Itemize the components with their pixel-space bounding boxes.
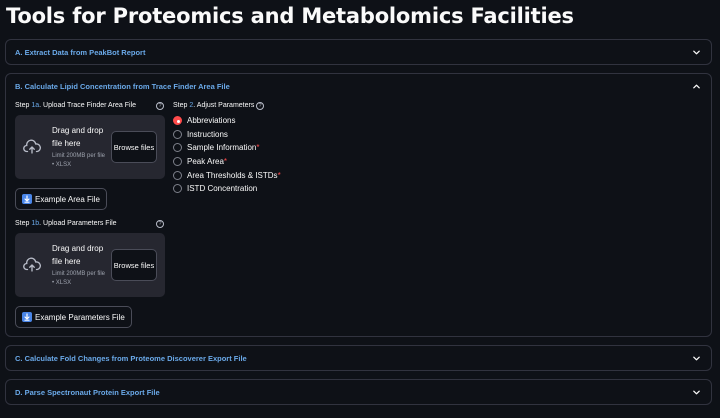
download-icon [22,194,32,204]
radio-option-instructions[interactable]: Instructions [173,128,281,142]
download-icon [22,312,32,322]
step-1b-label: Step 1b. Upload Parameters File [15,220,117,227]
parameters-radio-group: Abbreviations Instructions Sample Inform… [173,114,281,196]
cloud-upload-icon [23,257,41,273]
step-1b-prefix: Step [15,220,32,227]
expander-header-a[interactable]: A. Extract Data from PeakBot Report [6,40,711,64]
radio-option-area-thresholds[interactable]: Area Thresholds & ISTDs* [173,168,281,182]
expander-section-a: A. Extract Data from PeakBot Report [5,39,712,65]
step-2-prefix: Step [173,102,190,109]
expander-header-b[interactable]: B. Calculate Lipid Concentration from Tr… [6,74,711,98]
chevron-down-icon [691,47,701,57]
file-dropzone-parameters-file[interactable]: Drag and drop file here Limit 200MB per … [15,233,165,297]
radio-label: Instructions [187,129,228,139]
radio-button[interactable] [173,157,182,167]
radio-button[interactable] [173,184,182,194]
step-1b-number: 1b [31,220,40,227]
expander-label-b: B. Calculate Lipid Concentration from Tr… [15,81,230,91]
expander-header-c[interactable]: C. Calculate Fold Changes from Proteome … [6,346,711,370]
chevron-down-icon [691,353,701,363]
step-1a-text: . Upload Trace Finder Area File [39,102,137,109]
expander-label-d: D. Parse Spectronaut Protein Export File [15,387,160,397]
step-2-label: Step 2. Adjust Parameters [173,102,254,109]
example-area-file-button[interactable]: Example Area File [15,188,107,210]
step-1a-number: 1a [31,102,40,109]
expander-header-d[interactable]: D. Parse Spectronaut Protein Export File [6,380,711,404]
radio-button[interactable] [173,116,182,126]
browse-files-button[interactable]: Browse files [111,249,157,281]
help-icon[interactable]: ? [256,102,264,110]
radio-option-sample-information[interactable]: Sample Information* [173,141,281,155]
step-1a-prefix: Step [15,102,32,109]
dropzone-limit-text: Limit 200MB per file • XLSX [52,271,106,286]
page-title: Tools for Proteomics and Metabolomics Fa… [6,4,574,28]
radio-option-abbreviations[interactable]: Abbreviations [173,114,281,128]
dropzone-instructions: Drag and drop file here [52,126,104,148]
chevron-down-icon [691,387,701,397]
expander-section-b: B. Calculate Lipid Concentration from Tr… [5,73,712,337]
radio-label: Sample Information [187,143,257,153]
expander-label-a: A. Extract Data from PeakBot Report [15,47,146,57]
chevron-up-icon [691,81,701,91]
radio-label: Abbreviations [187,116,236,126]
dropzone-limit-text: Limit 200MB per file • XLSX [52,153,106,168]
browse-files-button[interactable]: Browse files [111,131,157,163]
radio-option-istd-concentration[interactable]: ISTD Concentration [173,182,281,196]
expander-section-c: C. Calculate Fold Changes from Proteome … [5,345,712,371]
example-parameters-file-label: Example Parameters File [35,312,125,322]
required-marker: * [277,170,281,180]
radio-button[interactable] [173,170,182,180]
example-area-file-label: Example Area File [35,194,100,204]
required-marker: * [223,157,228,167]
expander-label-c: C. Calculate Fold Changes from Proteome … [15,353,247,363]
help-icon[interactable]: ? [156,220,164,228]
dropzone-instructions: Drag and drop file here [52,244,104,266]
step-2-text: . Adjust Parameters [193,102,255,109]
help-icon[interactable]: ? [156,102,164,110]
radio-option-peak-area[interactable]: Peak Area* [173,155,281,169]
radio-button[interactable] [173,143,182,153]
radio-label: ISTD Concentration [187,184,258,194]
radio-label: Peak Area [187,157,224,167]
required-marker: * [256,143,260,153]
radio-label: Area Thresholds & ISTDs [187,170,278,180]
expander-section-d: D. Parse Spectronaut Protein Export File [5,379,712,405]
file-dropzone-area-file[interactable]: Drag and drop file here Limit 200MB per … [15,115,165,179]
step-1b-text: . Upload Parameters File [39,220,117,227]
radio-button[interactable] [173,129,182,139]
example-parameters-file-button[interactable]: Example Parameters File [15,306,132,328]
cloud-upload-icon [23,139,41,155]
step-1a-label: Step 1a. Upload Trace Finder Area File [15,102,136,109]
